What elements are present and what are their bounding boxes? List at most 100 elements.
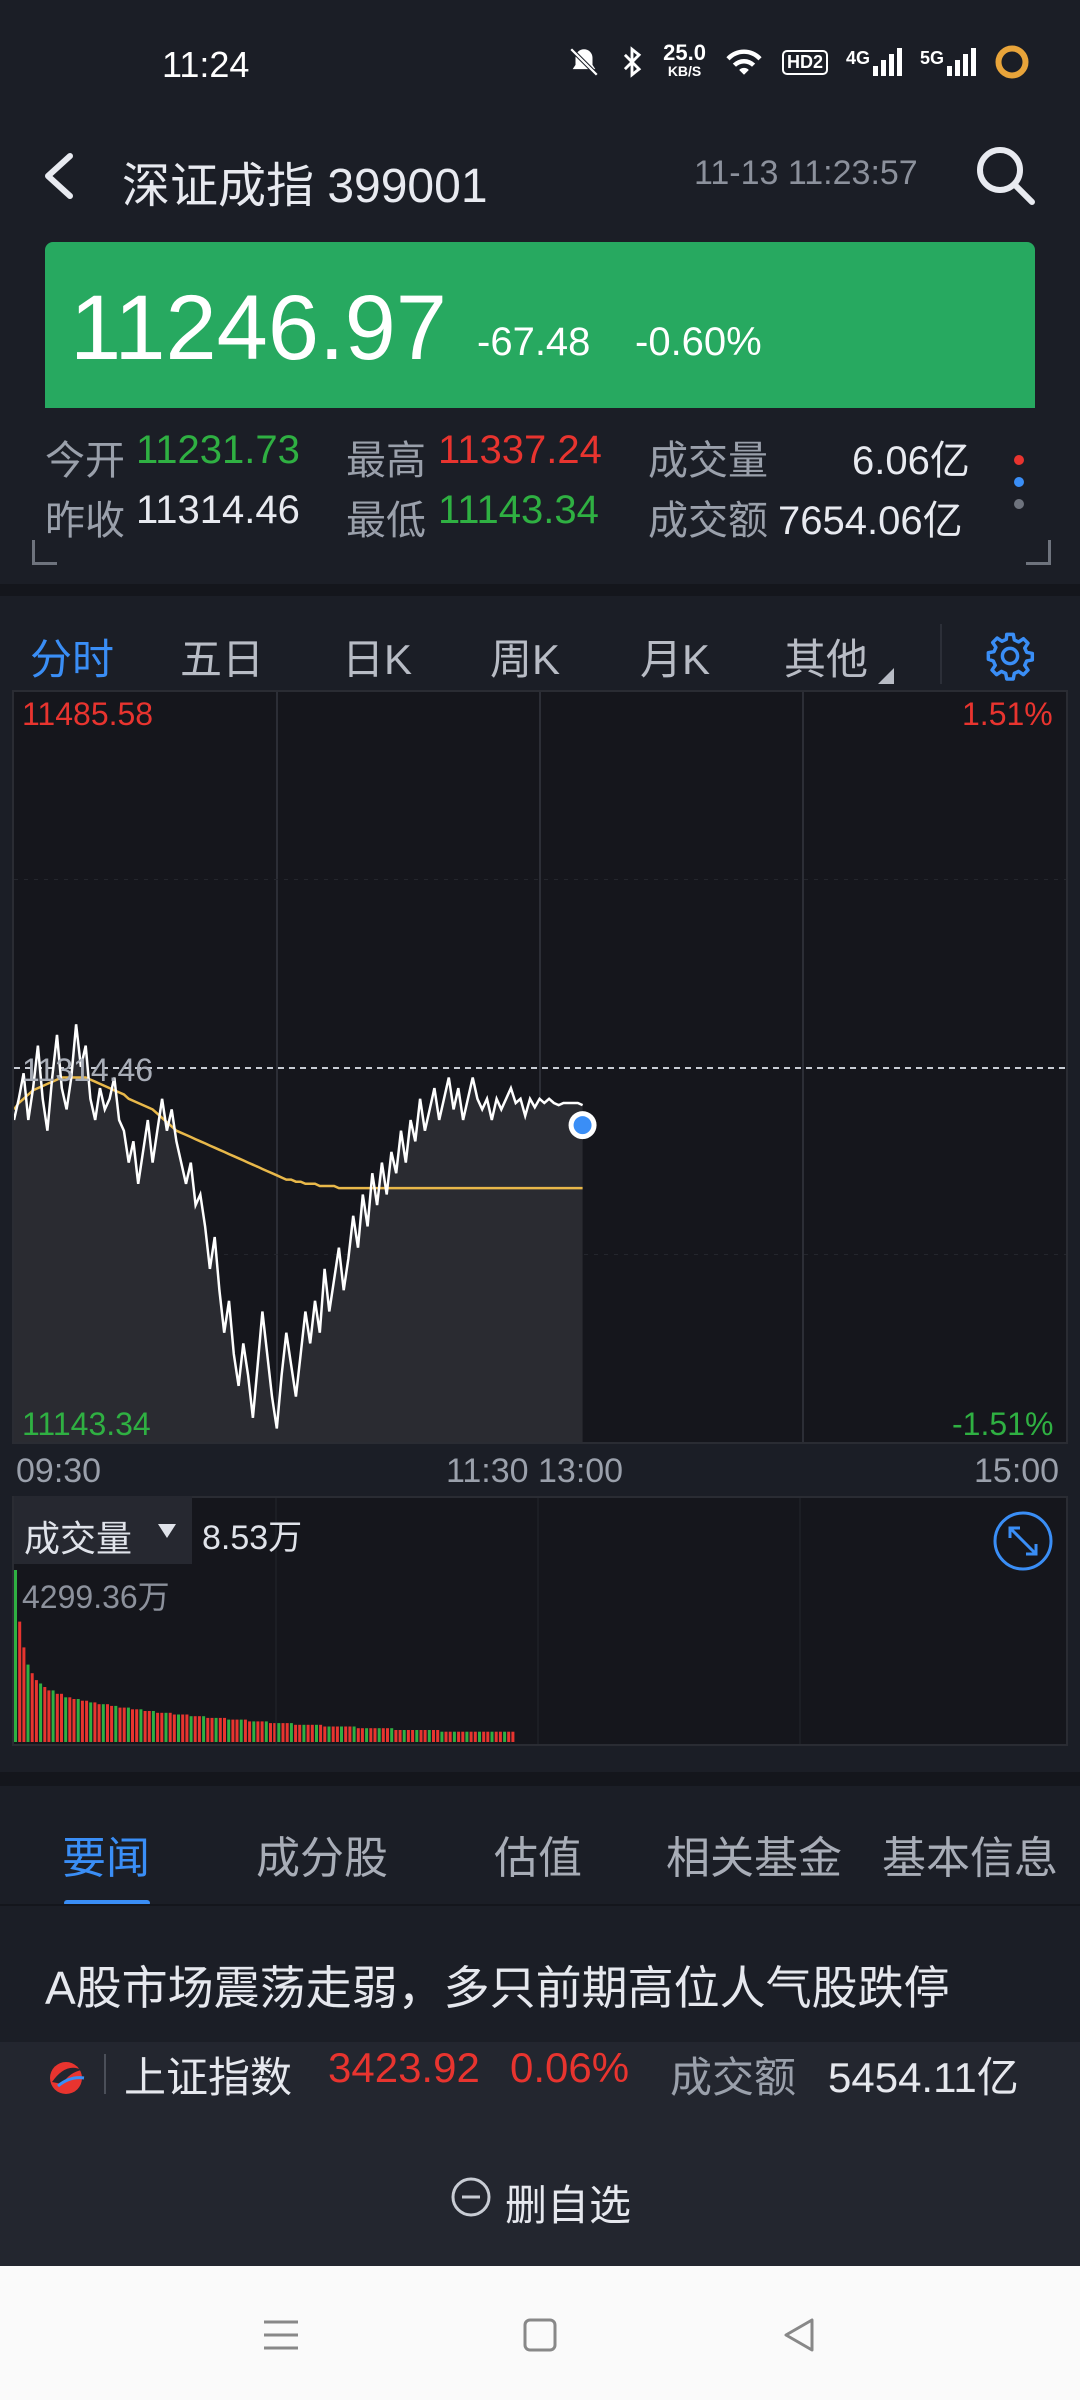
tab-monthly-k[interactable]: 月K [640, 626, 710, 687]
ticker-turnover-value: 5454.11亿 [828, 2054, 1019, 2101]
volume-bar [473, 1731, 477, 1742]
volume-bar [381, 1728, 385, 1742]
tab-daily-k[interactable]: 日K [342, 626, 412, 687]
search-icon[interactable] [972, 142, 1038, 208]
quote-stats: 今开 11231.73 最高 11337.24 成交量 6.06亿 昨收 113… [0, 428, 1080, 568]
ref-price-label: 11314.46 [22, 1052, 154, 1088]
volume-bar [323, 1726, 327, 1742]
volume-bar [482, 1731, 486, 1742]
volume-bar [277, 1723, 281, 1742]
header: 深证成指 399001 11-13 11:23:57 [0, 130, 1080, 230]
volume-bar [243, 1719, 247, 1742]
volume-bar [235, 1719, 239, 1742]
volume-bar [43, 1687, 47, 1742]
volume-bar [294, 1724, 298, 1742]
volume-bar [319, 1724, 323, 1742]
back-icon[interactable] [36, 146, 86, 206]
volume-bar [164, 1712, 168, 1742]
intraday-chart[interactable] [12, 690, 1068, 1444]
tab-related-funds[interactable]: 相关基金 [666, 1822, 842, 1886]
menu-icon[interactable] [256, 2310, 306, 2360]
volume-bar [76, 1699, 80, 1742]
signal-5g-icon: 5G [920, 48, 976, 76]
volume-bar [352, 1726, 356, 1742]
volume-bar [507, 1731, 511, 1742]
triangle-down-icon [878, 668, 894, 684]
tab-other[interactable]: 其他 [784, 626, 868, 687]
price-change-pct: -0.60% [635, 320, 762, 364]
volume-current-value: 8.53万 [202, 1519, 303, 1557]
volume-bar [177, 1714, 180, 1742]
volume-bar [160, 1712, 164, 1742]
status-bar: 11:24 25.0 KB/S HD2 4G 5G [0, 0, 1080, 130]
volume-bar [306, 1724, 310, 1742]
more-dots-icon[interactable] [1012, 450, 1026, 514]
minus-circle-icon [451, 2177, 491, 2217]
news-item[interactable]: A股市场震荡走弱，多只前期高位人气股跌停 [0, 1904, 1080, 2044]
volume-bar [197, 1716, 201, 1742]
tab-basic-info[interactable]: 基本信息 [882, 1822, 1058, 1886]
tab-valuation[interactable]: 估值 [494, 1822, 582, 1886]
volume-label: 成交量 [648, 439, 768, 483]
tab-five-day[interactable]: 五日 [180, 626, 264, 687]
volume-bar [189, 1716, 193, 1742]
volume-bar [432, 1730, 435, 1742]
volume-bar [369, 1728, 373, 1742]
dropdown-arrow-icon [158, 1524, 176, 1538]
back-nav-icon[interactable] [774, 2310, 824, 2360]
volume-bar [126, 1707, 130, 1742]
volume-bar [310, 1724, 314, 1742]
period-tabs: 分时 五日 日K 周K 月K 其他 [0, 584, 1080, 706]
pct-max-label: 1.51% [962, 696, 1053, 732]
volume-bar [256, 1721, 260, 1742]
volume-bar [402, 1730, 406, 1742]
volume-max-label: 4299.36万 [22, 1579, 170, 1615]
volume-bar [335, 1726, 339, 1742]
volume-bar [101, 1704, 105, 1742]
signal-5g-label: 5G [919, 48, 944, 68]
high-label: 最高 [346, 439, 426, 483]
volume-bar [386, 1728, 389, 1742]
battery-ring-icon [995, 45, 1029, 79]
volume-bar [269, 1723, 272, 1742]
volume-bar [365, 1728, 369, 1742]
volume-bar [172, 1714, 176, 1742]
volume-bar [72, 1699, 76, 1742]
expand-icon[interactable] [992, 1510, 1054, 1572]
volume-bar [490, 1731, 494, 1742]
delete-watchlist-button[interactable]: 删自选 [505, 2172, 631, 2233]
volume-bar [39, 1683, 43, 1742]
gear-icon[interactable] [984, 630, 1036, 682]
tab-separator [940, 624, 942, 684]
volume-bar [114, 1705, 118, 1742]
volume-bar [452, 1731, 456, 1742]
stats-row-2: 昨收 11314.46 最低 11143.34 成交额 7654.06亿 [0, 488, 1080, 543]
tab-news[interactable]: 要闻 [62, 1822, 150, 1886]
volume-bar [448, 1731, 452, 1742]
volume-bar [80, 1700, 84, 1742]
tab-intraday[interactable]: 分时 [30, 626, 114, 687]
low-value: 11143.34 [438, 488, 599, 532]
corner-mark-right [1026, 540, 1051, 565]
volume-bar [390, 1728, 394, 1742]
tab-weekly-k[interactable]: 周K [490, 626, 560, 687]
home-icon[interactable] [515, 2310, 565, 2360]
signal-4g-label: 4G [845, 48, 870, 68]
volume-bar [206, 1717, 210, 1742]
volume-bar [423, 1730, 427, 1742]
volume-bar [248, 1721, 252, 1742]
volume-bar [457, 1731, 461, 1742]
volume-bar [135, 1709, 139, 1742]
net-speed: 25.0 KB/S [663, 40, 706, 80]
corner-mark-left [32, 540, 57, 565]
volume-bar [89, 1702, 93, 1742]
volume-bar [415, 1730, 419, 1742]
volume-bar [122, 1707, 126, 1742]
volume-bar [440, 1731, 444, 1742]
net-speed-value: 25.0 [663, 40, 706, 65]
volume-bar [51, 1690, 55, 1742]
volume-bar [110, 1705, 114, 1742]
volume-bar [348, 1726, 352, 1742]
tab-constituents[interactable]: 成分股 [256, 1822, 388, 1886]
volume-bar [498, 1731, 502, 1742]
